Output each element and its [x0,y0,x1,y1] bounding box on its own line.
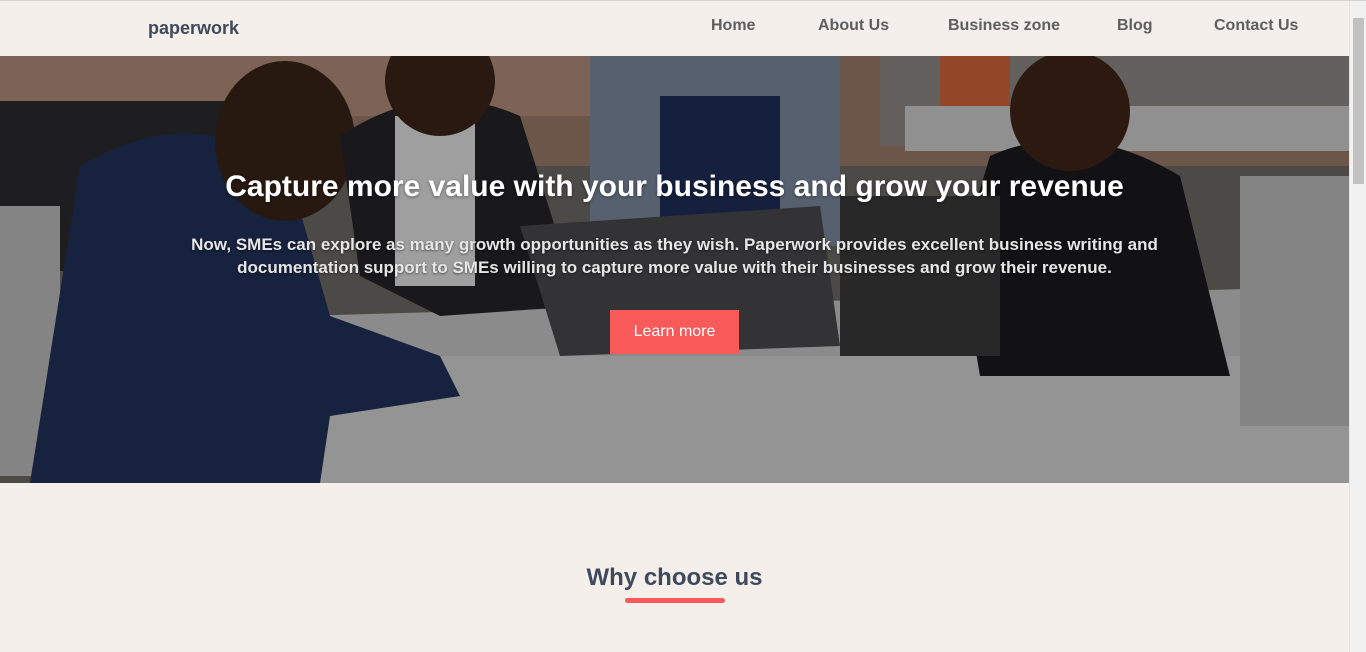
learn-more-button[interactable]: Learn more [610,310,739,354]
nav-link-business-zone[interactable]: Business zone [948,17,1060,35]
nav-link-contact[interactable]: Contact Us [1214,17,1298,35]
nav-link-blog[interactable]: Blog [1117,17,1153,35]
nav-link-home[interactable]: Home [711,17,755,35]
vertical-scrollbar[interactable] [1349,1,1366,652]
why-choose-us-title: Why choose us [586,564,763,591]
navbar: paperwork Home About Us Business zone Bl… [0,1,1349,56]
hero-subtitle: Now, SMEs can explore as many growth opp… [191,235,1158,277]
brand-logo[interactable]: paperwork [148,18,239,39]
page: paperwork Home About Us Business zone Bl… [0,0,1366,652]
title-underline [625,598,725,603]
scrollbar-thumb[interactable] [1353,18,1364,184]
hero-banner: Capture more value with your business an… [0,56,1349,483]
hero-title: Capture more value with your business an… [225,170,1124,203]
nav-link-about[interactable]: About Us [818,17,889,35]
